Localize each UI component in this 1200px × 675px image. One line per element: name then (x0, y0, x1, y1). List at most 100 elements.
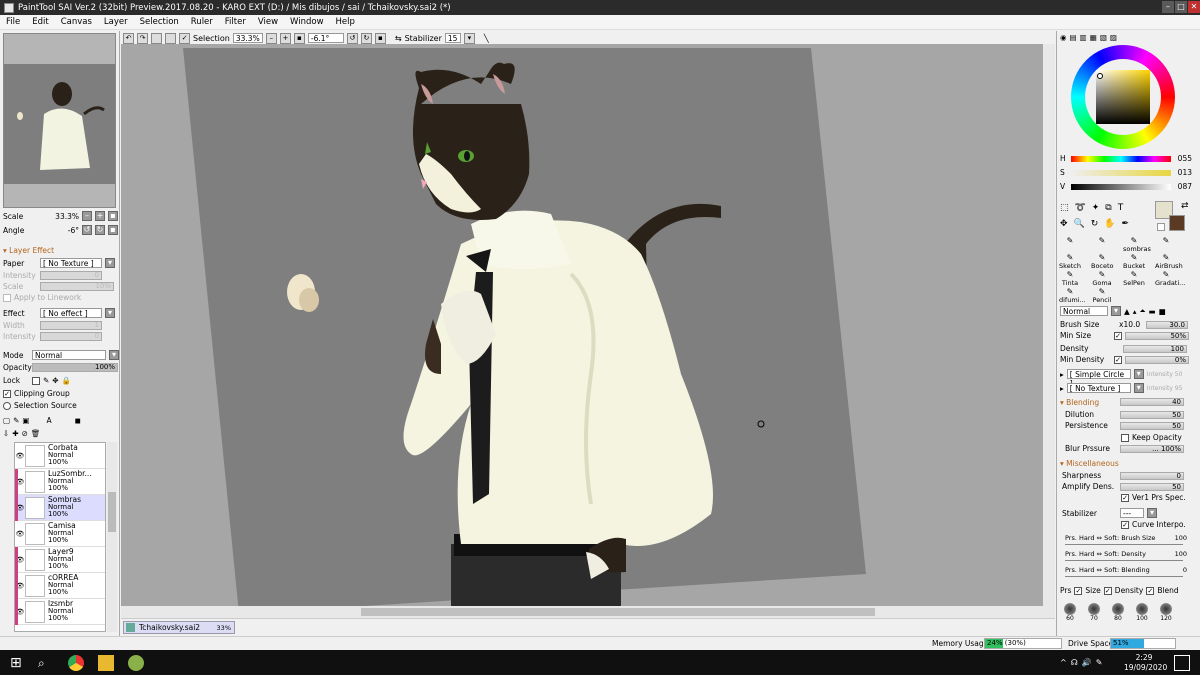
lock-transparency-icon[interactable] (32, 376, 40, 385)
lock-move-icon[interactable]: ✥ (52, 376, 58, 385)
rgb-slider-mode-icon[interactable]: ▤ (1070, 33, 1077, 42)
deselect-button[interactable] (151, 32, 162, 44)
brush-shape-4-icon[interactable]: ▬ (1149, 307, 1156, 316)
chrome-icon[interactable] (68, 655, 84, 671)
brush-shape-dropdown-icon[interactable]: ▾ (1133, 369, 1144, 379)
paper-dropdown-icon[interactable]: ▾ (105, 258, 115, 268)
stabilizer-dropdown-icon[interactable]: ▾ (463, 32, 475, 44)
layer-menu-icon[interactable]: ◼ (75, 416, 81, 425)
nav-scale-value[interactable]: 33.3% (34, 212, 79, 221)
straight-line-icon[interactable]: ╲ (484, 34, 489, 43)
lock-all-icon[interactable]: 🔒 (62, 376, 71, 385)
invert-selection-button[interactable] (165, 32, 176, 44)
eyedropper-icon[interactable]: ✒ (1122, 219, 1130, 229)
close-button[interactable]: ✕ (1188, 1, 1200, 13)
prs2-slider[interactable] (1065, 560, 1183, 561)
vertical-scrollbar[interactable] (1043, 44, 1055, 606)
transparent-color-icon[interactable] (1157, 223, 1165, 231)
blending-section[interactable]: ▾ Blending (1060, 398, 1099, 407)
color-wheel-mode-icon[interactable]: ◉ (1060, 33, 1067, 42)
toolbar-zoom-out-button[interactable]: – (265, 32, 277, 44)
effect-select[interactable]: [ No effect ] (40, 308, 102, 318)
delete-layer-icon[interactable]: 🗑 (31, 429, 41, 438)
navigator[interactable] (3, 33, 116, 208)
width-slider[interactable]: 1 (40, 321, 102, 330)
menu-view[interactable]: View (252, 17, 284, 27)
brush-mode-select[interactable]: Normal (1060, 306, 1108, 316)
curve-checkbox[interactable]: ✓ (1121, 520, 1129, 529)
menu-help[interactable]: Help (330, 17, 361, 27)
keep-opacity-checkbox[interactable] (1121, 433, 1129, 442)
new-folder-icon[interactable]: ▣ (22, 416, 29, 425)
rotate-left-button[interactable]: ↺ (82, 225, 92, 235)
notifications-icon[interactable] (1174, 655, 1190, 671)
intensity-slider[interactable]: 0 (40, 271, 102, 280)
paper-select[interactable]: [ No Texture ] (40, 258, 102, 268)
prs1-slider[interactable] (1065, 544, 1183, 545)
intensity2-slider[interactable]: 0 (40, 332, 102, 341)
redo-button[interactable]: ↷ (137, 32, 148, 44)
apply-linework-checkbox[interactable] (3, 293, 11, 302)
tool-selpen-button[interactable]: ✎ SelPen (1123, 270, 1145, 292)
density-slider[interactable]: 100 (1123, 344, 1187, 353)
selection-source-radio[interactable] (3, 401, 11, 410)
canvas-area[interactable] (121, 44, 1055, 618)
blur-pressure-slider[interactable]: ... 100% (1120, 444, 1184, 453)
hsv-slider-mode-icon[interactable]: ▥ (1080, 33, 1087, 42)
lasso-icon[interactable]: ➰ (1075, 203, 1086, 213)
clear-layer-icon[interactable]: ⊘ (22, 429, 28, 438)
selection-visibility-checkbox[interactable]: ✓ (179, 32, 190, 44)
mode-dropdown-icon[interactable]: ▾ (109, 350, 119, 360)
stabilizer-field[interactable]: 15 (444, 33, 461, 43)
brush-size-preset[interactable]: 100 (1132, 603, 1152, 625)
hue-slider[interactable] (1071, 155, 1171, 162)
layer-row[interactable]: 👁 cORREA Normal 100% (15, 573, 105, 599)
prs-blend-checkbox[interactable]: ✓ (1146, 586, 1155, 595)
brush-size-preset[interactable]: 70 (1084, 603, 1104, 625)
brush-size-slider[interactable]: 30.0 (1146, 320, 1188, 329)
brush-shape-expand-icon[interactable]: ▸ (1060, 370, 1064, 379)
toolbar-rotate-left-button[interactable]: ↺ (346, 32, 358, 44)
brush-shape-1-icon[interactable]: ▲ (1124, 307, 1130, 316)
menu-canvas[interactable]: Canvas (55, 17, 98, 27)
brush-stabilizer-dropdown-icon[interactable]: ▾ (1147, 508, 1157, 518)
windows-start-icon[interactable]: ⊞ (10, 655, 26, 671)
min-size-slider[interactable]: 50% (1125, 331, 1189, 340)
brush-texture-select[interactable]: [ No Texture ] (1066, 383, 1131, 393)
misc-section[interactable]: ▾ Miscellaneous (1060, 459, 1119, 468)
brush-shape-2-icon[interactable]: ▴ (1133, 307, 1137, 316)
search-icon[interactable]: ⌕ (38, 655, 54, 671)
horizontal-scrollbar[interactable] (121, 606, 1055, 618)
move-icon[interactable]: ✥ (1060, 219, 1068, 229)
clock[interactable]: 2:29 19/09/2020 (1124, 653, 1167, 673)
toolbar-zoom-reset-button[interactable]: ▪ (293, 32, 305, 44)
secondary-color-swatch[interactable] (1169, 215, 1185, 231)
mode-select[interactable]: Normal (32, 350, 106, 360)
text-tool-icon[interactable]: T (1118, 203, 1124, 213)
new-linework-layer-icon[interactable]: ✎ (13, 416, 19, 425)
user-colors-mode-icon[interactable]: ▨ (1110, 33, 1117, 42)
prs3-slider[interactable] (1065, 576, 1183, 577)
layer-row[interactable]: 👁 lzsmbr Normal 100% (15, 599, 105, 625)
layer-row[interactable]: 👁 Camisa Normal 100% (15, 521, 105, 547)
text-layer-icon[interactable]: A (46, 416, 51, 425)
brush-mode-dropdown-icon[interactable]: ▾ (1111, 306, 1121, 316)
sharpness-slider[interactable]: 0 (1120, 471, 1184, 480)
magic-wand-icon[interactable]: ✦ (1092, 203, 1100, 213)
brush-shape-3-icon[interactable]: ⏶ (1140, 306, 1146, 316)
toolbar-rotate-reset-button[interactable]: ▪ (374, 32, 386, 44)
saturation-slider[interactable] (1071, 169, 1171, 176)
opacity-slider[interactable]: 100% (32, 363, 118, 372)
amplify-slider[interactable]: 50 (1120, 482, 1184, 491)
horizontal-scroll-thumb[interactable] (361, 608, 875, 616)
layer-list[interactable]: 👁 Corbata Normal 100% 👁 LuzSombr... Normal 100%… (14, 442, 106, 632)
scale-slider[interactable]: 10% (40, 282, 114, 291)
menu-edit[interactable]: Edit (26, 17, 54, 27)
tool-gradation-button[interactable]: ✎ Gradati... (1155, 270, 1185, 292)
rotate-tool-icon[interactable]: ↻ (1091, 219, 1099, 229)
undo-button[interactable]: ↶ (123, 32, 134, 44)
zoom-out-button[interactable]: – (82, 211, 92, 221)
zoom-reset-button[interactable]: ▪ (108, 211, 118, 221)
layer-row[interactable]: 👁 Layer9 Normal 100% (15, 547, 105, 573)
network-icon[interactable]: ☊ (1071, 658, 1082, 667)
